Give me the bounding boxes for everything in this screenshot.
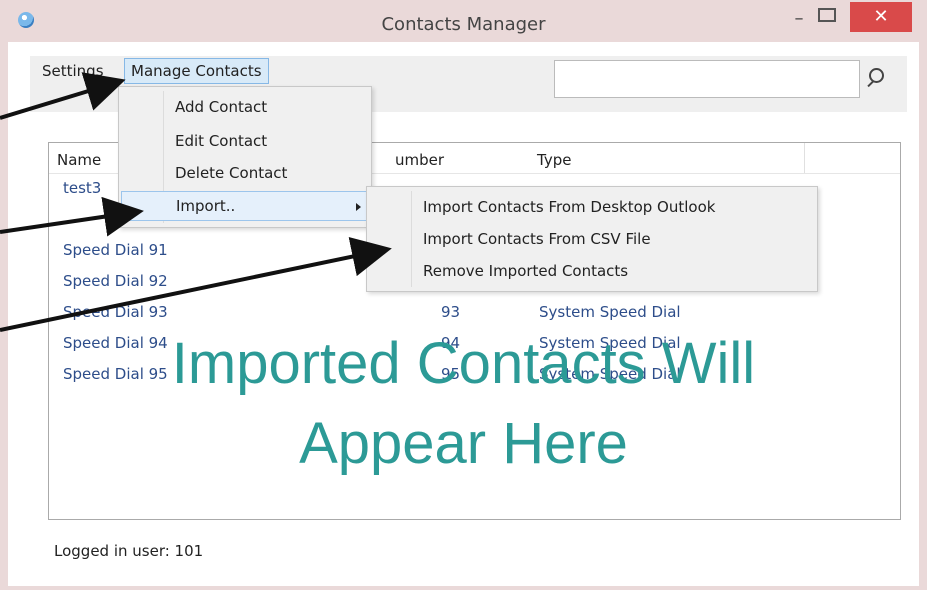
annotation-arrow-submenu [0, 236, 392, 332]
annotation-arrows [0, 72, 392, 332]
annotation-arrow-import [0, 196, 144, 237]
annotation-arrow-manage [0, 72, 126, 120]
